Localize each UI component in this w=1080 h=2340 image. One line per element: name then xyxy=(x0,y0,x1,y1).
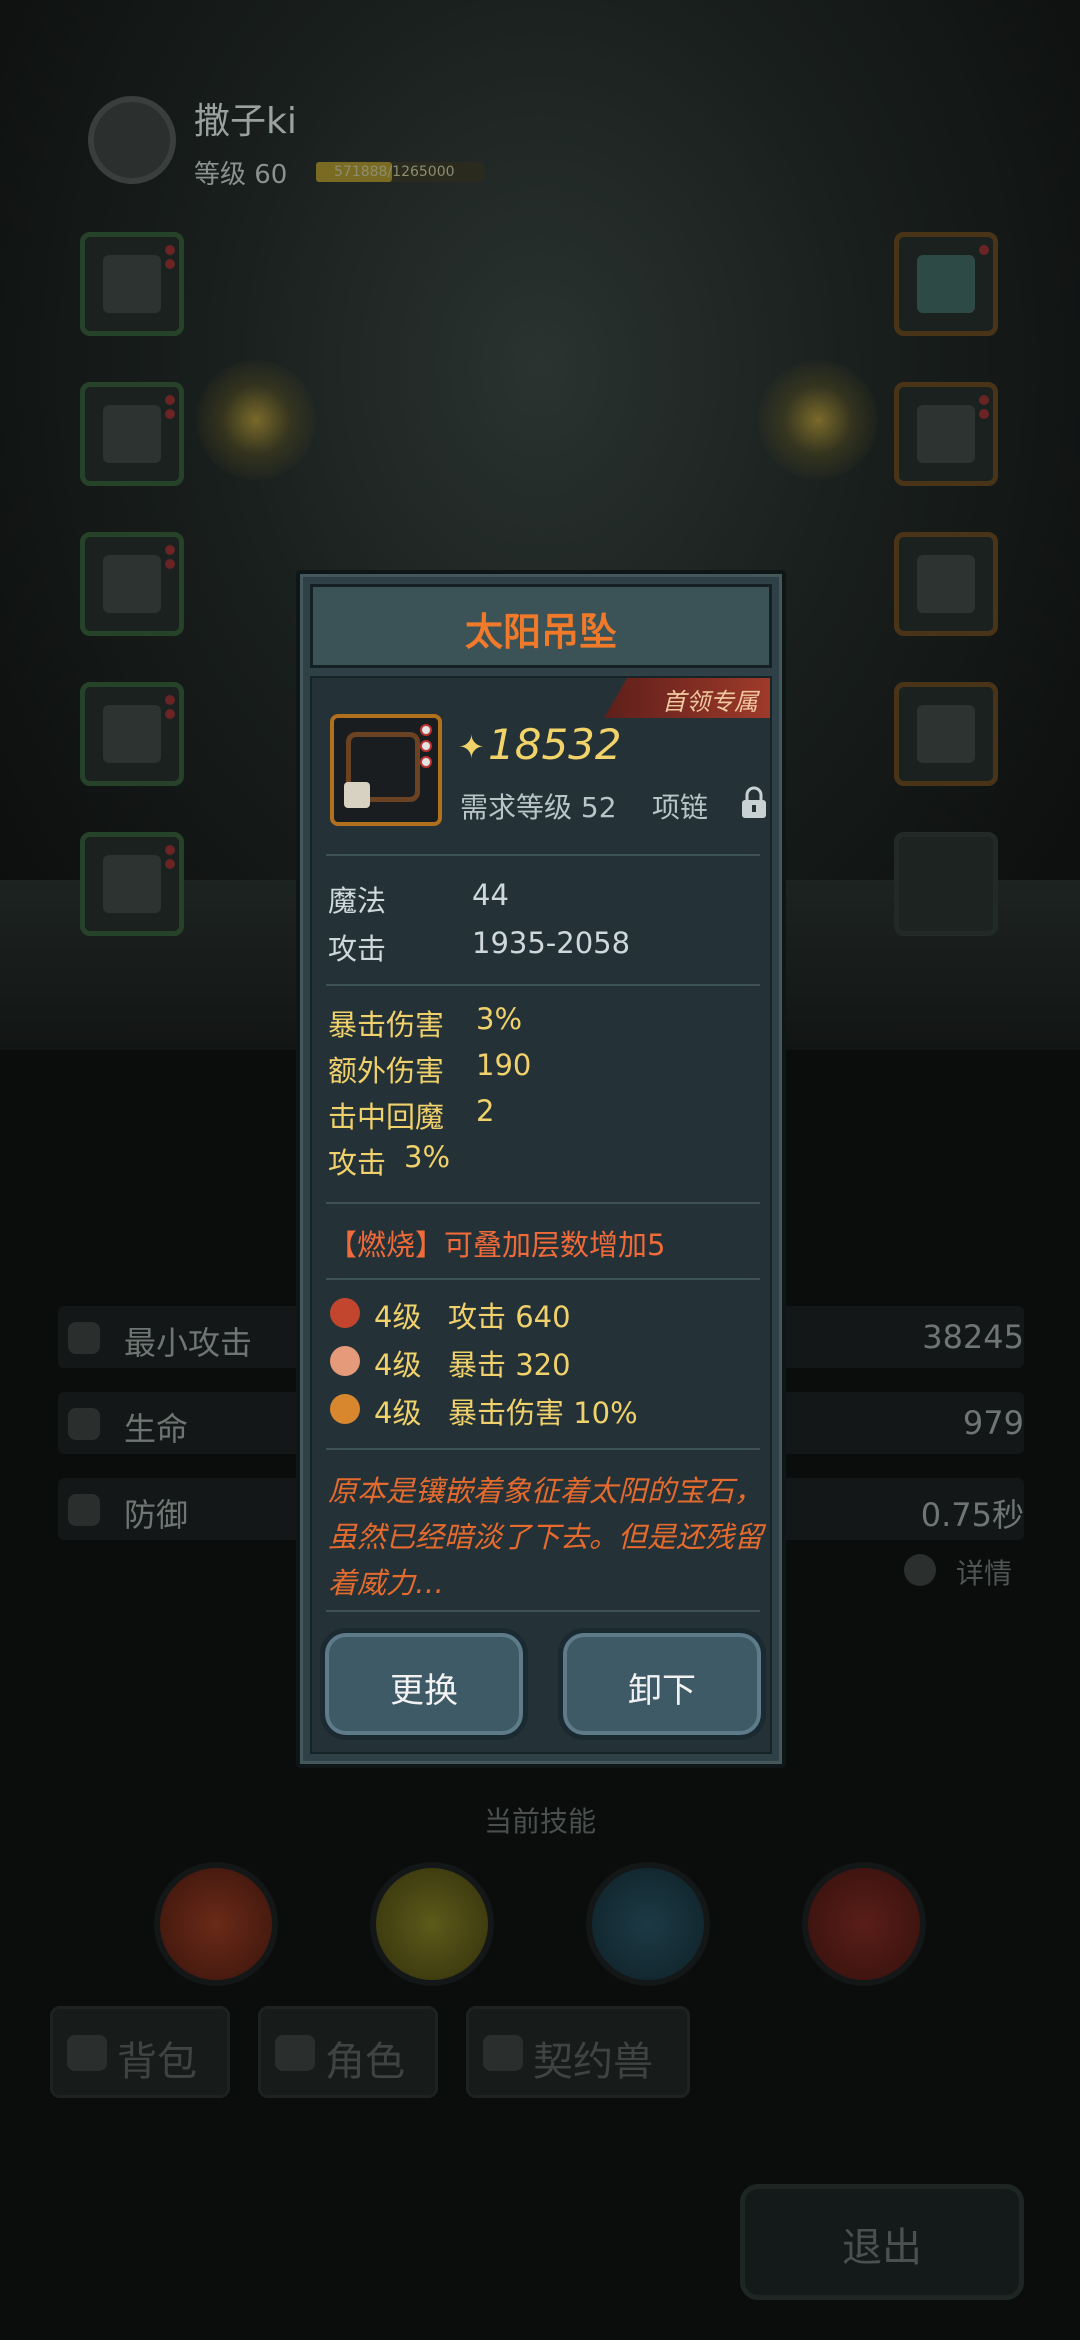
xp-text: 571888/1265000 xyxy=(334,164,455,180)
gem-level: 4级 xyxy=(374,1396,422,1430)
divider xyxy=(326,1610,760,1612)
base-stat-label: 攻击 xyxy=(328,932,387,966)
bonus-stat-label: 攻击 xyxy=(328,1146,387,1180)
ring-icon xyxy=(917,405,975,463)
base-stat-value: 44 xyxy=(472,878,509,912)
bag-icon xyxy=(67,2035,107,2071)
tab-pet[interactable]: 契约兽 xyxy=(466,2006,690,2098)
slot-empty[interactable] xyxy=(894,832,998,936)
detail-link[interactable]: 详情 xyxy=(956,1552,1012,1592)
character-icon xyxy=(275,2035,315,2071)
armor-icon xyxy=(103,405,161,463)
gem-effect: 暴击伤害 10% xyxy=(448,1396,638,1430)
gem-level: 4级 xyxy=(374,1348,422,1382)
divider xyxy=(326,1278,760,1280)
boss-exclusive-badge: 首领专属 xyxy=(604,678,770,718)
special-effect: 【燃烧】可叠加层数增加5 xyxy=(328,1228,666,1262)
bonus-stat-value: 190 xyxy=(476,1048,532,1082)
base-stat-value: 1935-2058 xyxy=(472,926,631,960)
slot-ring[interactable] xyxy=(894,382,998,486)
skill-water-shield-icon[interactable] xyxy=(586,1862,710,1986)
unequip-button[interactable]: 卸下 xyxy=(558,1628,766,1740)
player-avatar[interactable] xyxy=(88,96,176,184)
slot-armor[interactable] xyxy=(80,382,184,486)
stat-label: 生命 xyxy=(124,1410,189,1448)
item-flavor-text: 原本是镶嵌着象征着太阳的宝石，虽然已经暗淡了下去。但是还残留着威力… xyxy=(328,1474,764,1600)
tab-bag[interactable]: 背包 xyxy=(50,2006,230,2098)
pendant-icon xyxy=(344,782,370,808)
gem-level: 4级 xyxy=(374,1300,422,1334)
slot-shoulder[interactable] xyxy=(80,832,184,936)
bonus-stat-label: 击中回魔 xyxy=(328,1100,445,1134)
talisman-icon xyxy=(917,705,975,763)
modal-body: 首领专属 ✦ 18532 需求等级 52 项链 魔法 44 攻击 1935-20… xyxy=(310,676,772,1754)
power-icon: ✦ xyxy=(458,728,485,766)
stat-label: 防御 xyxy=(124,1496,189,1534)
gem-effect: 暴击 320 xyxy=(448,1348,571,1382)
tab-label: 背包 xyxy=(117,2039,197,2085)
stat-value: 38245 xyxy=(922,1318,1024,1356)
slot-boots[interactable] xyxy=(80,532,184,636)
bonus-stat-value: 3% xyxy=(476,1002,523,1036)
heart-icon xyxy=(68,1408,100,1440)
slot-talisman[interactable] xyxy=(894,682,998,786)
item-icon-box xyxy=(330,714,442,826)
divider xyxy=(326,984,760,986)
shield-icon xyxy=(68,1494,100,1526)
exit-label: 退出 xyxy=(842,2225,922,2271)
lock-icon[interactable] xyxy=(740,786,768,820)
right-torch-glow xyxy=(758,360,878,480)
base-stat-label: 魔法 xyxy=(328,884,387,918)
exit-button[interactable]: 退出 xyxy=(740,2184,1024,2300)
skill-fire-icon[interactable] xyxy=(154,1862,278,1986)
slot-helmet[interactable] xyxy=(80,232,184,336)
tab-label: 契约兽 xyxy=(533,2039,653,2085)
item-power: 18532 xyxy=(488,720,622,769)
divider xyxy=(326,1202,760,1204)
gem-effect: 攻击 640 xyxy=(448,1300,571,1334)
slot-necklace[interactable] xyxy=(894,532,998,636)
tab-character[interactable]: 角色 xyxy=(258,2006,438,2098)
skill-orbs-icon[interactable] xyxy=(370,1862,494,1986)
gem-amber-icon xyxy=(330,1394,360,1424)
shoulder-icon xyxy=(103,855,161,913)
bonus-stat-label: 额外伤害 xyxy=(328,1054,445,1088)
left-torch-glow xyxy=(196,360,316,480)
gem-ruby-icon xyxy=(330,1298,360,1328)
replace-label: 更换 xyxy=(390,1671,458,1711)
skills-title: 当前技能 xyxy=(483,1805,596,1838)
info-icon[interactable] xyxy=(904,1554,936,1586)
slot-weapon[interactable] xyxy=(894,232,998,336)
item-type: 项链 xyxy=(652,791,709,824)
item-detail-modal: 太阳吊坠 首领专属 ✦ 18532 需求等级 52 项链 魔法 44 攻击 19… xyxy=(296,570,786,1768)
helmet-icon xyxy=(103,255,161,313)
badge-label: 首领专属 xyxy=(662,688,758,716)
modal-header: 太阳吊坠 xyxy=(310,584,772,668)
bonus-stat-label: 暴击伤害 xyxy=(328,1008,445,1042)
divider xyxy=(326,854,760,856)
bonus-stat-value: 3% xyxy=(404,1140,451,1174)
required-level: 需求等级 52 xyxy=(460,791,617,824)
gloves-icon xyxy=(103,705,161,763)
stat-value: 979 xyxy=(962,1404,1024,1442)
item-name: 太阳吊坠 xyxy=(464,610,617,654)
tab-label: 角色 xyxy=(325,2039,405,2085)
sword-icon xyxy=(68,1322,100,1354)
boots-icon xyxy=(103,555,161,613)
replace-button[interactable]: 更换 xyxy=(320,1628,528,1740)
sword-icon xyxy=(917,255,975,313)
stat-label: 最小攻击 xyxy=(124,1324,253,1362)
bonus-stat-value: 2 xyxy=(476,1094,495,1128)
necklace-icon xyxy=(917,555,975,613)
gem-pink-icon xyxy=(330,1346,360,1376)
player-level: 等级 60 xyxy=(194,160,288,190)
stat-value: 0.75秒 xyxy=(920,1496,1024,1534)
paw-icon xyxy=(483,2035,523,2071)
player-name: 撒子ki xyxy=(194,101,297,142)
divider xyxy=(326,1448,760,1450)
skill-flame-shield-icon[interactable] xyxy=(802,1862,926,1986)
slot-gloves[interactable] xyxy=(80,682,184,786)
unequip-label: 卸下 xyxy=(628,1671,696,1711)
